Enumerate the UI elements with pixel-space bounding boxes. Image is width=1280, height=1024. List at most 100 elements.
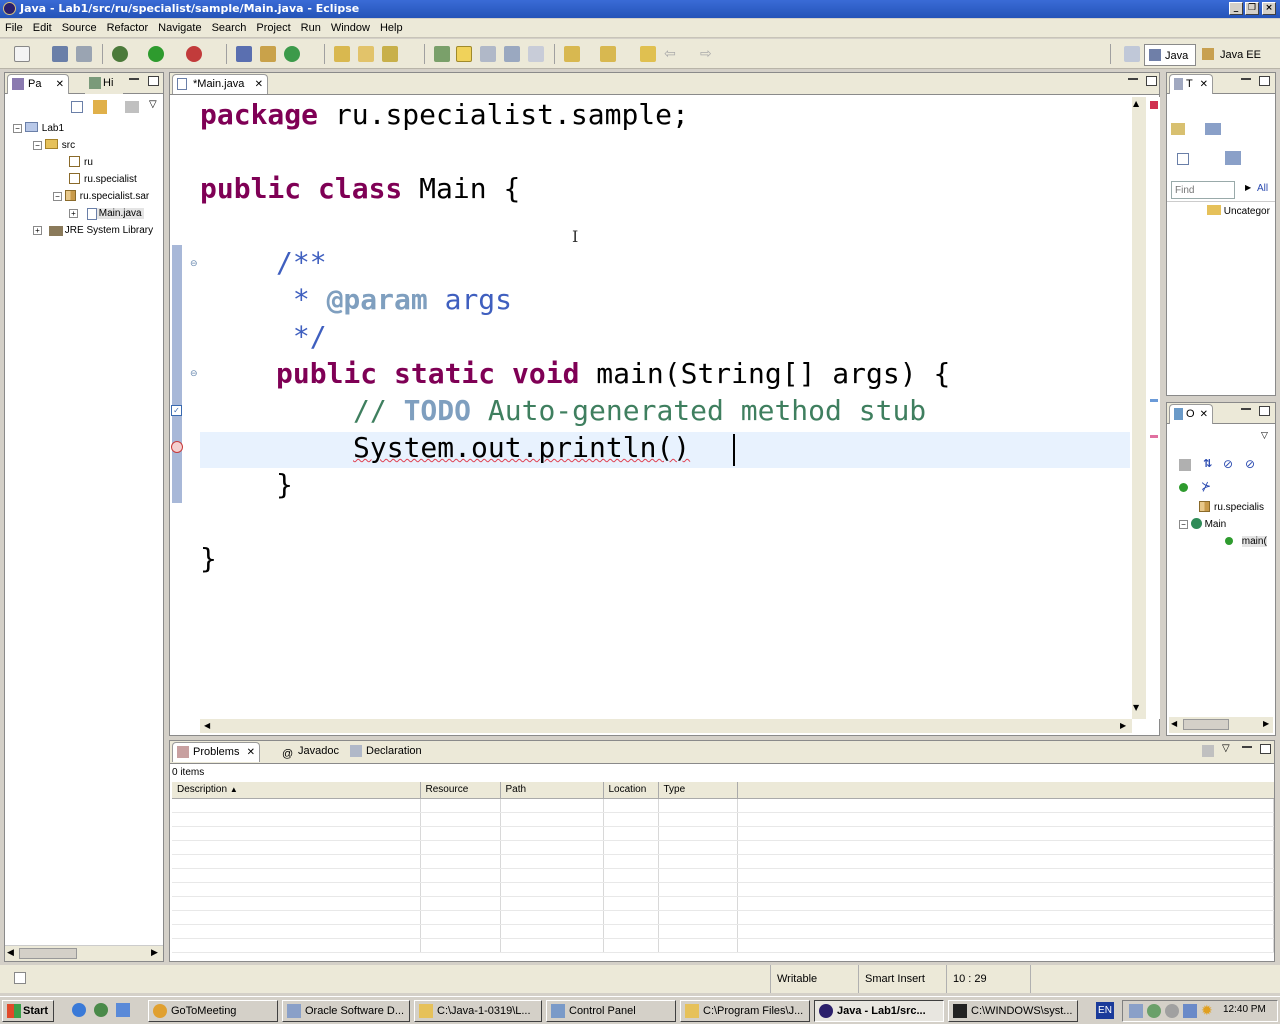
menu-project[interactable]: Project <box>251 19 295 37</box>
new-task-icon[interactable] <box>1171 123 1185 135</box>
hide-fields-icon[interactable]: ⊘ <box>1223 457 1233 471</box>
tree-pkg-ru-specialist[interactable]: ru.specialist <box>69 173 137 187</box>
editor-vertical-scrollbar[interactable]: ▲ ▼ <box>1132 97 1146 719</box>
minimize-view-icon[interactable] <box>1241 78 1251 81</box>
column-resource[interactable]: Resource <box>420 782 501 799</box>
taskbar-eclipse[interactable]: Java - Lab1/src... <box>814 1000 944 1022</box>
collapse-icon[interactable]: − <box>1179 520 1188 529</box>
menu-search[interactable]: Search <box>207 19 252 37</box>
focus-task-icon[interactable] <box>1225 151 1241 165</box>
fold-collapse-icon[interactable]: ⊖ <box>190 369 198 379</box>
tab-declaration[interactable]: Declaration <box>346 742 426 762</box>
close-icon[interactable]: ✕ <box>1200 405 1208 424</box>
taskbar-java-folder[interactable]: C:\Java-1-0319\L... <box>414 1000 542 1022</box>
expand-icon[interactable]: + <box>33 226 42 235</box>
minimize-window-button[interactable]: _ <box>1229 2 1243 15</box>
maximize-view-icon[interactable] <box>1259 76 1270 86</box>
mark-occurrences-icon[interactable] <box>456 46 472 62</box>
sort-icon[interactable] <box>1179 459 1191 471</box>
close-icon[interactable]: ✕ <box>247 743 255 762</box>
menu-file[interactable]: File <box>0 19 28 37</box>
task-find-input[interactable] <box>1171 181 1235 199</box>
all-filter-link[interactable]: All <box>1257 183 1268 194</box>
new-java-project-icon[interactable] <box>236 46 252 62</box>
tree-pkg-ru[interactable]: ru <box>69 156 93 170</box>
tray-app-icon[interactable] <box>1147 1004 1161 1018</box>
fast-view-icon[interactable] <box>14 972 26 984</box>
tree-src[interactable]: − src <box>33 139 75 153</box>
outline-item-class[interactable]: − Main <box>1179 518 1226 532</box>
network-icon[interactable] <box>1129 1004 1143 1018</box>
show-whitespace-icon[interactable] <box>504 46 520 62</box>
chevron-down-icon[interactable]: ▽ <box>1261 431 1268 441</box>
view-menu-icon[interactable] <box>125 101 139 113</box>
show-desktop-icon[interactable] <box>116 1003 130 1017</box>
link-with-editor-icon[interactable] <box>93 100 107 114</box>
taskbar-cmd[interactable]: C:\WINDOWS\syst... <box>948 1000 1078 1022</box>
close-icon[interactable]: ✕ <box>1200 75 1208 94</box>
minimize-view-icon[interactable] <box>1241 408 1251 411</box>
task-overview-mark[interactable] <box>1150 399 1158 402</box>
column-description[interactable]: Description ▲ <box>172 782 421 799</box>
collapse-all-icon[interactable] <box>71 101 83 113</box>
maximize-view-icon[interactable] <box>1260 744 1271 754</box>
quicklaunch-icon[interactable] <box>94 1003 108 1017</box>
collapse-icon[interactable]: − <box>53 192 62 201</box>
close-icon[interactable]: ✕ <box>255 75 263 94</box>
code-text-area[interactable]: package ru.specialist.sample; public cla… <box>200 97 1130 717</box>
sun-icon[interactable]: ✹ <box>1201 1003 1213 1019</box>
new-class-icon[interactable] <box>284 46 300 62</box>
scroll-left-icon[interactable]: ◀ <box>1171 719 1177 728</box>
restore-window-button[interactable]: ❐ <box>1245 2 1259 15</box>
toggle-markers-icon[interactable] <box>434 46 450 62</box>
open-type-icon[interactable] <box>334 46 350 62</box>
taskbar-gotomeeting[interactable]: GoToMeeting <box>148 1000 278 1022</box>
menu-edit[interactable]: Edit <box>28 19 57 37</box>
language-indicator[interactable]: EN <box>1096 1002 1114 1019</box>
search-icon[interactable] <box>382 46 398 62</box>
error-overview-mark[interactable] <box>1150 435 1158 438</box>
next-annotation-icon[interactable] <box>564 46 580 62</box>
close-icon[interactable]: ✕ <box>56 75 64 94</box>
outline-item-method[interactable]: main( <box>1225 535 1267 549</box>
column-type[interactable]: Type <box>658 782 738 799</box>
last-edit-icon[interactable] <box>640 46 656 62</box>
taskbar-oracle[interactable]: Oracle Software D... <box>282 1000 410 1022</box>
menu-window[interactable]: Window <box>326 19 375 37</box>
hide-local-types-icon[interactable]: ⊁ <box>1201 479 1211 493</box>
error-marker-icon[interactable] <box>171 441 183 453</box>
scroll-left-icon[interactable]: ◀ <box>7 948 14 958</box>
scrollbar-thumb[interactable] <box>19 948 77 959</box>
horizontal-scrollbar[interactable]: ◀ ▶ <box>5 945 163 961</box>
minimize-view-icon[interactable] <box>1128 78 1138 81</box>
volume-icon[interactable] <box>1165 1004 1179 1018</box>
scroll-right-icon[interactable]: ▶ <box>1263 719 1269 728</box>
maximize-view-icon[interactable] <box>1259 406 1270 416</box>
run-icon[interactable] <box>148 46 164 62</box>
editor-horizontal-scrollbar[interactable]: ◀ ▶ <box>200 719 1132 733</box>
view-menu-icon[interactable] <box>1202 745 1214 757</box>
new-package-icon[interactable] <box>260 46 276 62</box>
paragraph-icon[interactable] <box>528 46 544 62</box>
tab-package-explorer[interactable]: Pa ✕ <box>7 74 69 94</box>
hide-static-icon[interactable]: ⊘ <box>1245 457 1255 471</box>
categorize-icon[interactable] <box>1205 123 1221 135</box>
open-perspective-icon[interactable] <box>1124 46 1140 62</box>
collapse-icon[interactable]: − <box>13 124 22 133</box>
minimize-view-icon[interactable] <box>1242 746 1252 749</box>
menu-run[interactable]: Run <box>296 19 326 37</box>
tab-problems[interactable]: Problems ✕ <box>172 742 260 762</box>
tab-hierarchy[interactable]: Hi <box>85 74 123 94</box>
debug-icon[interactable] <box>112 46 128 62</box>
chevron-down-icon[interactable]: ▽ <box>1222 743 1230 754</box>
back-icon[interactable]: ⇦ <box>664 46 680 62</box>
tree-file-main[interactable]: + Main.java <box>69 207 144 221</box>
scroll-up-icon[interactable]: ▲ <box>1133 99 1139 108</box>
menu-navigate[interactable]: Navigate <box>153 19 206 37</box>
previous-annotation-icon[interactable] <box>600 46 616 62</box>
menu-help[interactable]: Help <box>375 19 408 37</box>
tab-outline[interactable]: O ✕ <box>1169 404 1213 424</box>
sort-az-icon[interactable]: ⇅ <box>1203 457 1212 470</box>
scroll-left-icon[interactable]: ◀ <box>204 721 210 730</box>
hide-nonpublic-icon[interactable] <box>1179 483 1188 492</box>
